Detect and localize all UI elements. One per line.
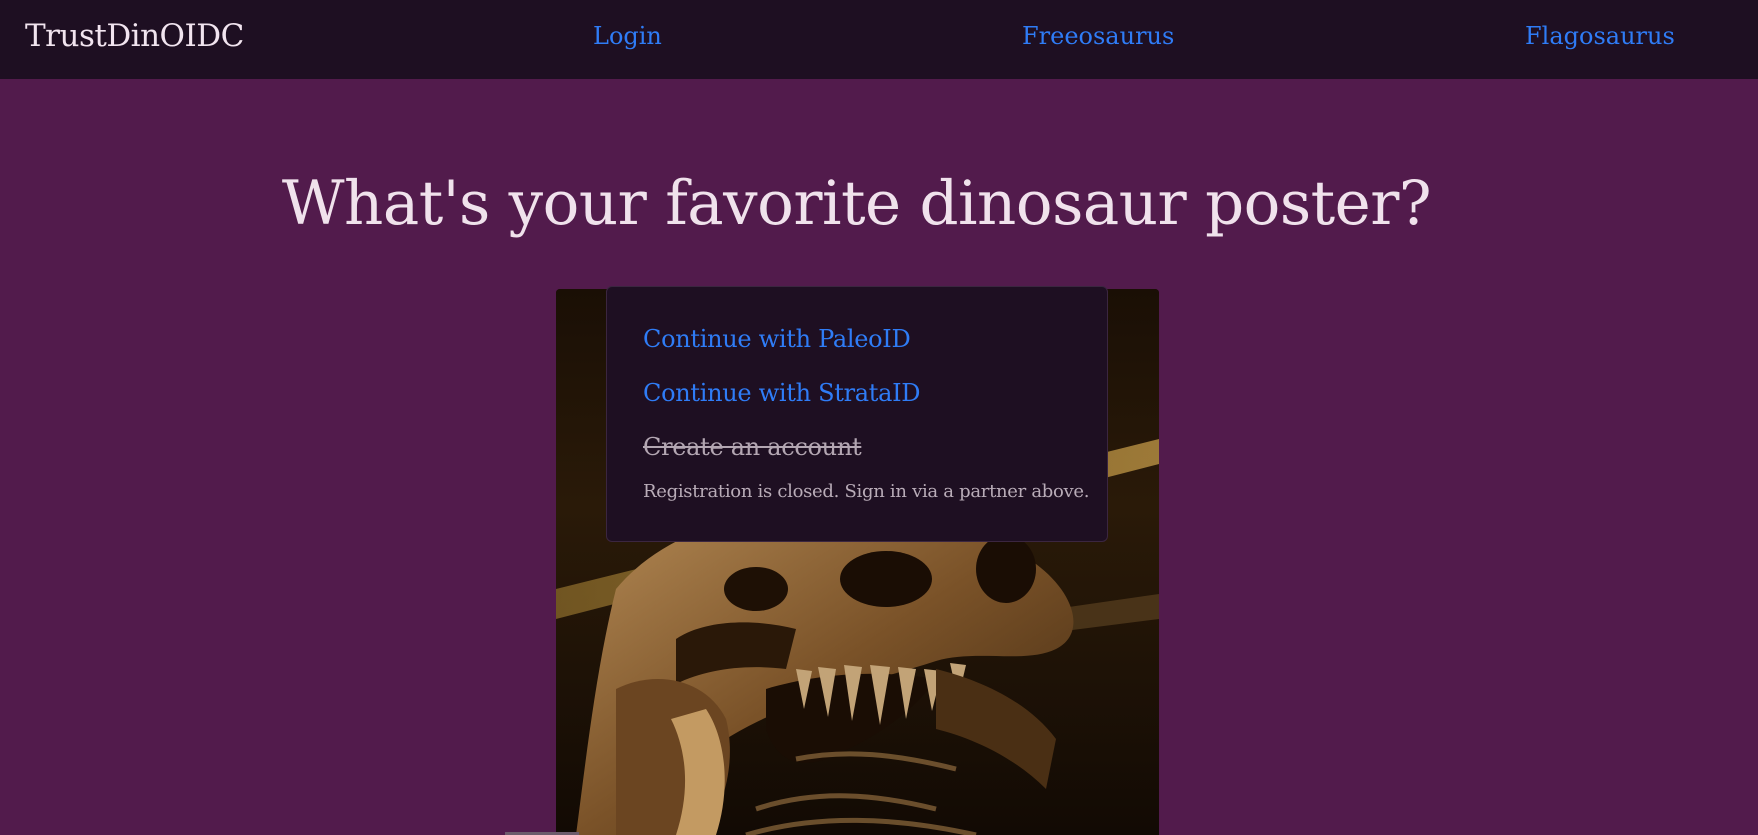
- continue-with-paleoid-link[interactable]: Continue with PaleoID: [643, 325, 911, 353]
- create-account-disabled-option: Create an account: [643, 433, 862, 461]
- page-headline: What's your favorite dinosaur poster?: [281, 168, 1432, 239]
- nav-link-freeosaurus[interactable]: Freeosaurus: [1022, 22, 1174, 50]
- nav-link-flagosaurus[interactable]: Flagosaurus: [1525, 22, 1675, 50]
- nav-link-login[interactable]: Login: [593, 22, 662, 50]
- login-dropdown-menu: Continue with PaleoID Continue with Stra…: [606, 286, 1108, 542]
- continue-with-strataid-link[interactable]: Continue with StrataID: [643, 379, 921, 407]
- top-navbar: TrustDinOIDC Login Freeosaurus Flagosaur…: [0, 0, 1758, 79]
- registration-closed-note: Registration is closed. Sign in via a pa…: [643, 481, 1090, 502]
- brand-logo[interactable]: TrustDinOIDC: [25, 18, 244, 54]
